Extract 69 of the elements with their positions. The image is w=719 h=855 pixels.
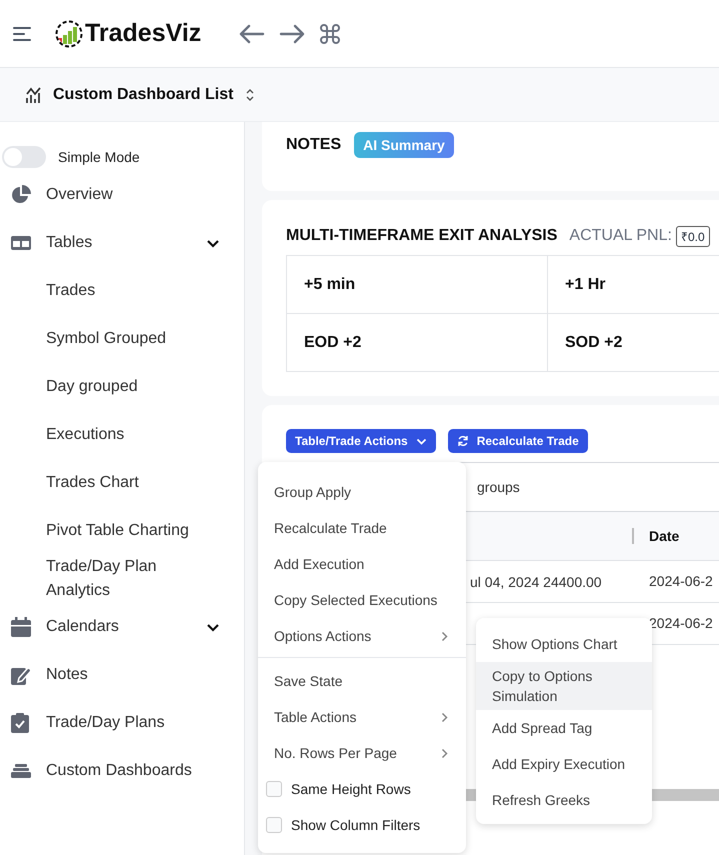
forward-arrow-icon[interactable]	[279, 24, 306, 44]
notes-title: NOTES	[286, 136, 342, 154]
logo-icon	[55, 20, 83, 48]
back-arrow-icon[interactable]	[239, 24, 266, 44]
menu-item[interactable]: Copy Selected Executions	[258, 582, 466, 618]
pnl-label: ACTUAL PNL:	[569, 227, 672, 245]
brand-name: TradesViz	[85, 19, 202, 48]
calendar-icon	[11, 617, 31, 637]
sidebar-item[interactable]: Calendars	[46, 615, 119, 639]
menu-item[interactable]: Show Column Filters	[291, 817, 420, 833]
menu-item[interactable]: Copy to Options Simulation	[476, 662, 652, 710]
menu-item[interactable]: Recalculate Trade	[258, 510, 466, 546]
menu-item[interactable]: Add Execution	[258, 546, 466, 582]
chart-icon	[25, 86, 43, 104]
table-icon	[11, 235, 31, 251]
clipboard-check-icon	[11, 713, 29, 733]
exit-analysis-title: MULTI-TIMEFRAME EXIT ANALYSIS	[286, 227, 558, 245]
dashboard-list-selector[interactable]: Custom Dashboard List	[53, 86, 234, 104]
menu-item[interactable]: Group Apply	[258, 474, 466, 510]
sidebar-subitem[interactable]: Pivot Table Charting	[46, 519, 189, 543]
column-header[interactable]: Date	[649, 528, 680, 544]
pie-chart-icon	[11, 185, 31, 205]
sidebar-subitem[interactable]: Trades	[46, 279, 96, 303]
pnl-value: ₹0.0	[676, 226, 710, 246]
checkbox[interactable]	[266, 817, 282, 833]
menu-item[interactable]: Add Expiry Execution	[476, 746, 652, 782]
recalculate-button[interactable]: Recalculate Trade	[448, 429, 588, 453]
sidebar-subitem[interactable]: Executions	[46, 423, 124, 447]
sort-icon[interactable]	[245, 88, 256, 102]
sidebar-subitem[interactable]: Day grouped	[46, 375, 138, 399]
checkbox[interactable]	[266, 781, 282, 797]
sidebar-item[interactable]: Notes	[46, 663, 88, 687]
menu-item[interactable]: Show Options Chart	[476, 626, 652, 662]
menu-item[interactable]: Options Actions	[258, 618, 466, 654]
menu-icon[interactable]	[13, 26, 31, 40]
timeframe-cell: +5 min	[287, 256, 548, 314]
simple-mode-label: Simple Mode	[58, 149, 140, 165]
sidebar-subitem[interactable]: Trades Chart	[46, 471, 139, 495]
group-bar-text: groups	[477, 479, 520, 495]
sidebar-item[interactable]: Custom Dashboards	[46, 759, 192, 783]
chevron-right-icon	[441, 630, 448, 642]
chevron-down-icon[interactable]	[206, 622, 220, 632]
menu-item[interactable]: Refresh Greeks	[476, 782, 652, 818]
chevron-right-icon	[441, 712, 448, 722]
chevron-down-icon	[416, 438, 427, 444]
menu-item[interactable]: No. Rows Per Page	[258, 735, 466, 771]
sidebar-item[interactable]: Trade/Day Plans	[46, 711, 165, 735]
menu-item[interactable]: Table Actions	[258, 699, 466, 735]
notes-icon	[11, 665, 31, 685]
command-icon[interactable]	[319, 22, 342, 44]
timeframe-cell: EOD +2	[287, 314, 548, 372]
table-cell: 2024-06-2	[649, 572, 713, 588]
table-actions-button[interactable]: Table/Trade Actions	[286, 429, 436, 453]
table-cell: ul 04, 2024 24400.00	[470, 574, 602, 590]
sidebar-subitem[interactable]: Symbol Grouped	[46, 327, 166, 351]
menu-item[interactable]: Same Height Rows	[291, 781, 411, 797]
simple-mode-toggle[interactable]	[2, 146, 46, 168]
table-cell: 2024-06-2	[649, 614, 713, 630]
sidebar-item[interactable]: Tables	[46, 231, 92, 255]
refresh-icon	[456, 435, 469, 447]
sidebar-subitem[interactable]: Trade/Day Plan Analytics	[46, 555, 211, 603]
stack-icon	[11, 764, 31, 778]
chevron-down-icon[interactable]	[206, 238, 220, 248]
timeframe-cell: SOD +2	[548, 314, 719, 372]
chevron-right-icon	[441, 748, 448, 758]
sidebar-item[interactable]: Overview	[46, 183, 113, 207]
menu-item[interactable]: Add Spread Tag	[476, 710, 652, 746]
menu-item[interactable]: Save State	[258, 663, 466, 699]
timeframe-cell: +1 Hr	[548, 256, 719, 314]
